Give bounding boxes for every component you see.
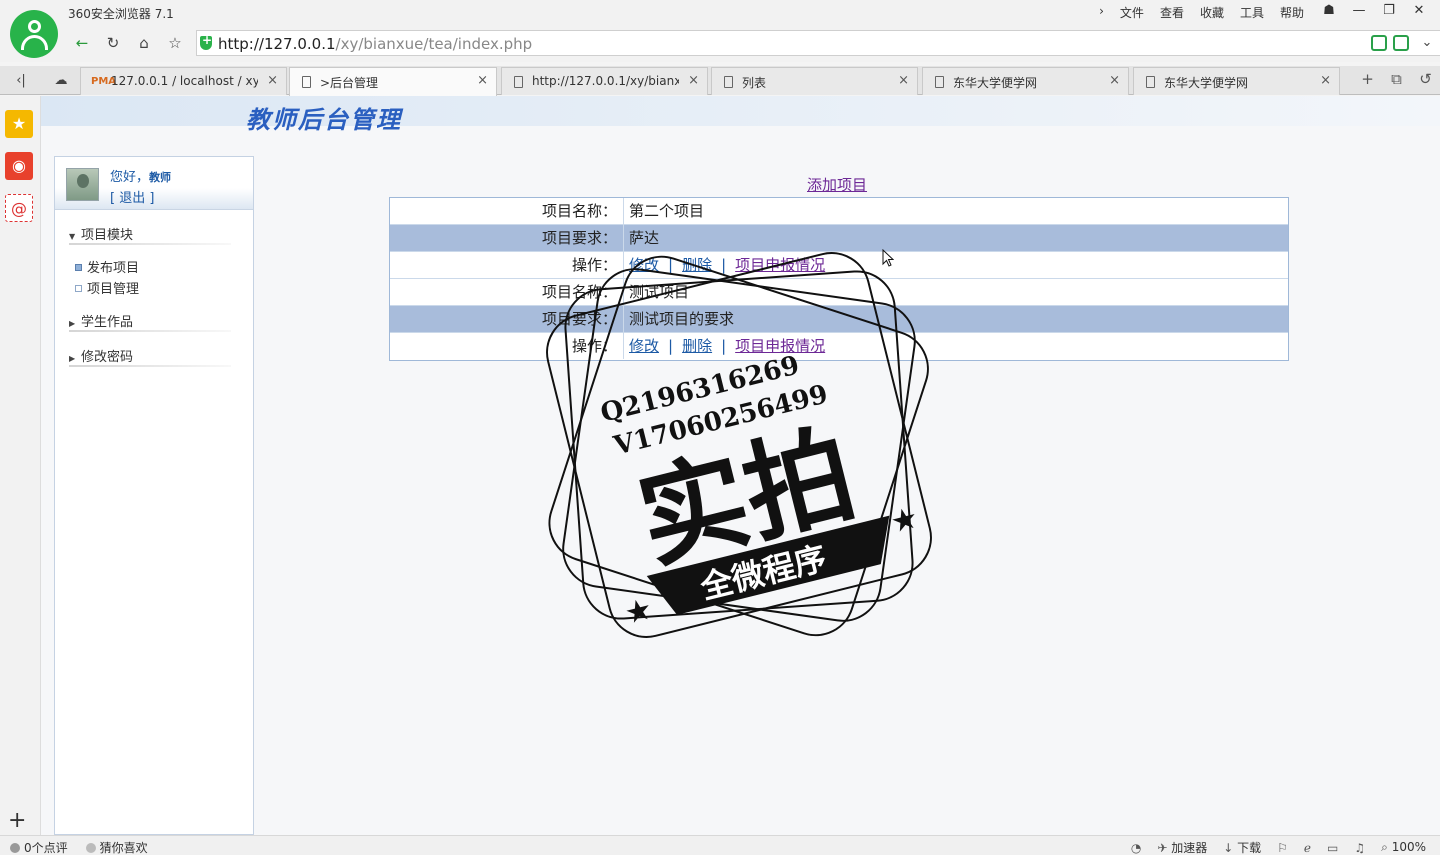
document-icon [1146,76,1155,88]
rocket-icon: ✈ [1157,841,1168,855]
recommend-status[interactable]: 猜你喜欢 [85,839,148,855]
cloud-icon[interactable]: ☁ [50,70,72,92]
user-box: 您好，教师 [ 退出 ] [55,157,253,210]
menu-file[interactable]: 文件 [1112,4,1152,21]
window-icon[interactable]: ▭ [1327,841,1338,855]
watermark-stamp: Q2196316269 V17060256499 实拍 全微程序 ★ ★ [546,252,932,638]
browser-titlebar: 360安全浏览器 7.1 › 文件 查看 收藏 工具 帮助 ☗ — ❐ ✕ ← … [0,0,1440,62]
document-icon [302,76,311,88]
download-icon: ↓ [1223,841,1234,855]
comments-status[interactable]: 0个点评 [10,839,68,855]
close-icon[interactable]: ✕ [1404,2,1434,22]
table-row: 项目要求： 萨达 [390,225,1288,252]
star-icon: ★ [621,591,656,631]
tab-close-icon[interactable]: × [898,73,909,88]
tab-close-icon[interactable]: × [1109,73,1120,88]
browser-sidebar: ★ ◉ @ + [0,96,41,835]
tab-phpmyadmin[interactable]: PMA 127.0.0.1 / localhost / xy_ × [80,67,287,95]
browser-logo-icon [10,10,58,58]
favorites-star-icon[interactable]: ★ [5,110,33,138]
volume-icon[interactable]: ♫ [1354,841,1365,855]
tab-list-icon[interactable]: ⧉ [1382,70,1411,88]
window-controls: ☗ — ❐ ✕ [1314,2,1434,22]
tab-donghua-1[interactable]: 东华大学便学网 × [922,67,1129,95]
url-text[interactable]: http://127.0.0.1/xy/bianxue/tea/index.ph… [218,35,532,53]
zoom-icon: ⌕ [1381,840,1388,854]
recommend-icon [85,843,96,853]
caret-right-icon: ▶ [69,354,76,363]
document-icon [724,76,733,88]
nav-group-password[interactable]: ▶ 修改密码 [69,346,133,365]
tab-donghua-2[interactable]: 东华大学便学网 × [1133,67,1340,95]
tab-bianxue-url[interactable]: http://127.0.0.1/xy/bianxu × [501,67,708,95]
bullet-icon [75,264,82,271]
security-shield-icon [200,33,212,50]
flag-icon[interactable]: ⚐ [1277,841,1288,855]
app-title: 360安全浏览器 7.1 [68,7,174,21]
refresh-icon[interactable]: ↻ [101,32,125,54]
menu-view[interactable]: 查看 [1152,4,1192,21]
greeting: 您好，教师 [110,170,172,185]
page-title: 教师后台管理 [246,105,402,134]
address-bar[interactable]: http://127.0.0.1/xy/bianxue/tea/index.ph… [196,30,1440,56]
ie-icon[interactable]: ℯ [1304,841,1311,855]
tab-close-icon[interactable]: × [477,73,488,88]
zoom-level[interactable]: ⌕ 100% [1381,840,1426,855]
document-icon [935,76,944,88]
tab-bar: ‹| ☁ PMA 127.0.0.1 / localhost / xy_ × >… [0,66,1440,96]
nav-item-manage[interactable]: 项目管理 [75,278,139,297]
star-icon: ★ [887,500,922,540]
tab-list[interactable]: 列表 × [711,67,918,95]
download-button[interactable]: ↓ 下载 [1223,839,1261,855]
browser-menu: › 文件 查看 收藏 工具 帮助 [1091,4,1312,21]
tab-close-icon[interactable]: × [267,73,278,88]
menu-favorites[interactable]: 收藏 [1192,4,1232,21]
mail-icon[interactable]: @ [5,194,33,222]
tab-admin[interactable]: >后台管理 × [289,67,497,96]
admin-left-nav: 您好，教师 [ 退出 ] ▼ 项目模块 发布项目 项目管理 ▶ 学生作品 ▶ 修改密码 [54,156,254,835]
share-icon[interactable] [1371,35,1387,51]
compat-mode-icon[interactable] [1393,35,1409,51]
nav-group-works[interactable]: ▶ 学生作品 [69,311,133,330]
status-bar: 0个点评 猜你喜欢 ◔ ✈ 加速器 ↓ 下载 ⚐ ℯ ▭ ♫ ⌕ 100% [0,835,1440,855]
add-project-link[interactable]: 添加项目 [807,174,867,195]
tab-close-icon[interactable]: × [688,73,699,88]
tab-back-icon[interactable]: ‹| [10,70,32,92]
project-name: 第二个项目 [629,202,705,220]
menu-help[interactable]: 帮助 [1272,4,1312,21]
tab-close-icon[interactable]: × [1320,73,1331,88]
caret-down-icon: ▼ [69,232,76,241]
nav-item-publish[interactable]: 发布项目 [75,257,139,276]
restore-icon[interactable]: ❐ [1374,2,1404,22]
avatar [66,168,99,201]
accelerator-button[interactable]: ✈ 加速器 [1157,839,1207,855]
navigation-row: ← ↻ ⌂ ☆ http://127.0.0.1/xy/bianxue/tea/… [68,30,1440,56]
document-icon [514,76,523,88]
phpmyadmin-icon: PMA [91,76,117,87]
skin-icon[interactable]: ☗ [1314,2,1344,22]
project-requirement: 萨达 [629,229,660,247]
undo-close-icon[interactable]: ↺ [1411,70,1440,88]
logout-link[interactable]: [ 退出 ] [110,187,154,206]
new-tab-icon[interactable]: + [1353,70,1382,88]
speed-icon[interactable]: ◔ [1131,841,1141,855]
home-icon[interactable]: ⌂ [132,32,156,54]
nav-group-projects[interactable]: ▼ 项目模块 [69,224,133,243]
favorite-star-icon[interactable]: ☆ [163,32,187,54]
web-page: 教师后台管理 您好，教师 [ 退出 ] ▼ 项目模块 发布项目 项目管理 ▶ 学生作… [41,96,1440,835]
comment-icon [10,843,20,853]
chevron-down-icon[interactable]: ⌄ [1415,31,1439,57]
sidebar-add-icon[interactable]: + [8,808,26,833]
menu-tools[interactable]: 工具 [1232,4,1272,21]
table-row: 项目名称： 第二个项目 [390,198,1288,225]
menu-expand-icon[interactable]: › [1091,4,1112,21]
caret-right-icon: ▶ [69,319,76,328]
weibo-icon[interactable]: ◉ [5,152,33,180]
minimize-icon[interactable]: — [1344,2,1374,22]
bullet-icon [75,285,82,292]
back-arrow-icon[interactable]: ← [70,32,94,54]
